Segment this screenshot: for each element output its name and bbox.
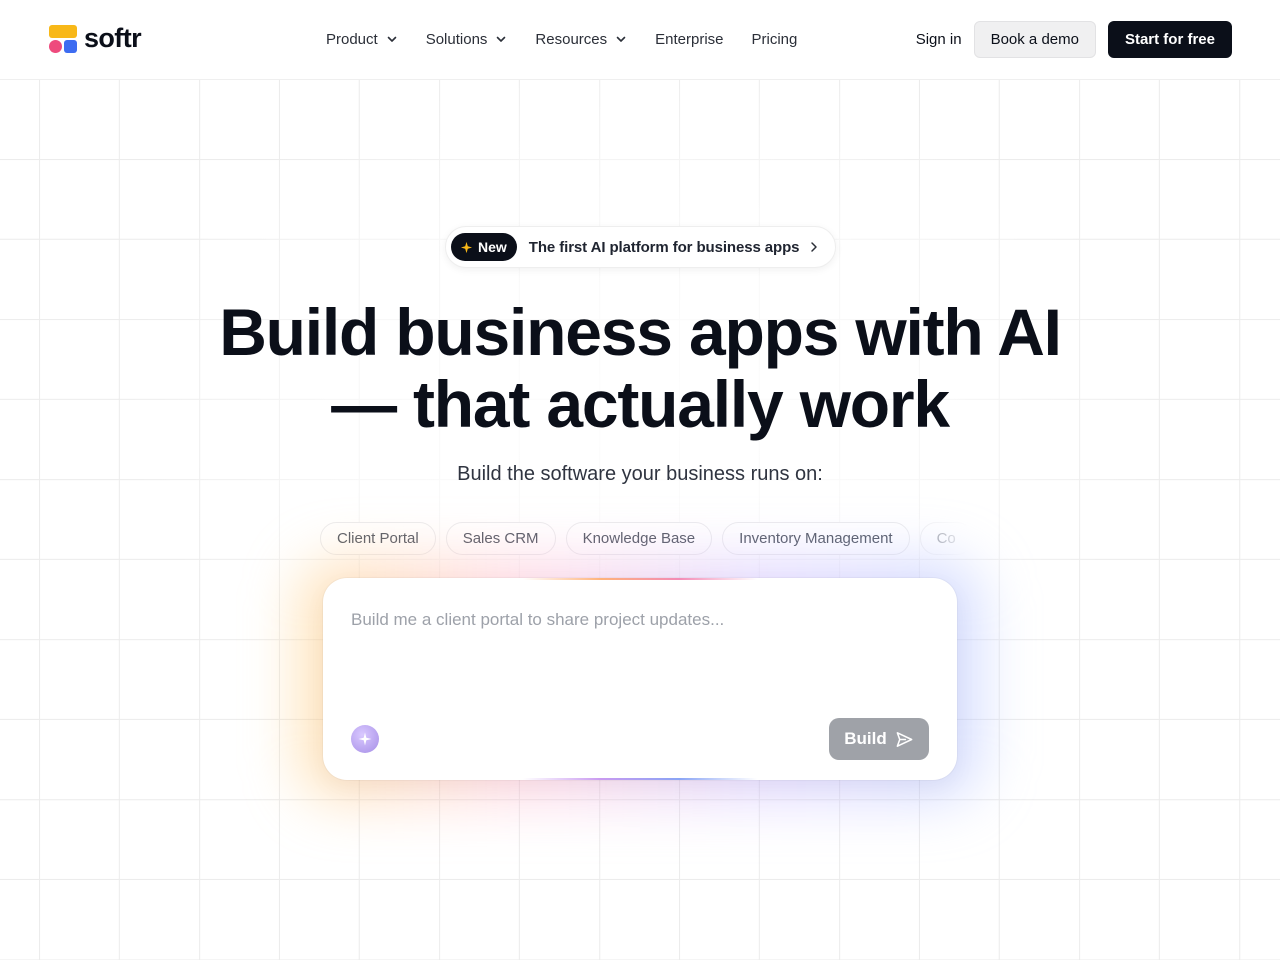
chip-knowledge-base[interactable]: Knowledge Base	[565, 521, 713, 555]
use-case-chips: Client Portal Sales CRM Knowledge Base I…	[320, 521, 968, 555]
chip-inventory-management[interactable]: Inventory Management	[722, 521, 910, 555]
grid-fade	[0, 80, 1280, 960]
nav-item-label: Product	[326, 30, 378, 48]
nav-item-product[interactable]: Product	[326, 28, 398, 50]
nav-item-label: Pricing	[751, 30, 798, 48]
hero-subtitle: Build the software your business runs on…	[457, 463, 823, 485]
chevron-down-icon	[497, 36, 506, 42]
sign-in-link[interactable]: Sign in	[916, 31, 962, 48]
prompt-top-accent	[523, 578, 757, 580]
prompt-bottom-accent	[523, 778, 757, 780]
nav-item-resources[interactable]: Resources	[535, 28, 627, 50]
nav-item-label: Resources	[535, 30, 608, 48]
softr-logo[interactable]: softr	[48, 22, 142, 54]
start-free-button[interactable]: Start for free	[1107, 21, 1232, 58]
sparkle-icon	[460, 241, 473, 253]
chevron-right-icon	[811, 242, 818, 252]
nav-item-label: Solutions	[425, 30, 488, 48]
header-actions: Sign in Book a demo Start for free	[916, 21, 1232, 58]
new-badge-label: New	[478, 239, 507, 255]
logo-mark-icon	[48, 24, 78, 54]
build-button-label: Build	[844, 729, 887, 748]
build-button[interactable]: Build	[829, 718, 929, 760]
ai-sparkle-icon[interactable]	[351, 725, 379, 753]
new-badge: New	[451, 233, 517, 261]
logo-wordmark: softr	[84, 22, 142, 53]
chip-client-portal[interactable]: Client Portal	[320, 521, 436, 555]
announcement-pill[interactable]: New The first AI platform for business a…	[445, 226, 836, 268]
chip-sales-crm[interactable]: Sales CRM	[445, 521, 556, 555]
nav-item-enterprise[interactable]: Enterprise	[655, 28, 723, 50]
book-demo-button[interactable]: Book a demo	[973, 21, 1096, 58]
hero-title-line-2: — that actually work	[331, 367, 950, 441]
announcement-text: The first AI platform for business apps	[528, 238, 800, 256]
chevron-down-icon	[616, 36, 626, 42]
hero-title-line-1: Build business apps with AI	[219, 295, 1062, 369]
prompt-box: Build	[323, 578, 957, 780]
site-header: softr Product Solutions Resources Enterp…	[0, 0, 1280, 80]
nav-item-pricing[interactable]: Pricing	[752, 28, 798, 50]
ai-star-glyph	[358, 732, 372, 746]
chevron-down-icon	[387, 36, 397, 42]
chips-fade-overlay	[900, 519, 980, 557]
nav-item-solutions[interactable]: Solutions	[426, 28, 508, 50]
nav-item-label: Enterprise	[655, 30, 724, 48]
hero-title: Build business apps with AI — that actua…	[140, 296, 1140, 440]
main-nav: Product Solutions Resources Enterprise P…	[326, 28, 825, 50]
prompt-input[interactable]	[351, 608, 931, 632]
send-icon	[896, 731, 913, 747]
